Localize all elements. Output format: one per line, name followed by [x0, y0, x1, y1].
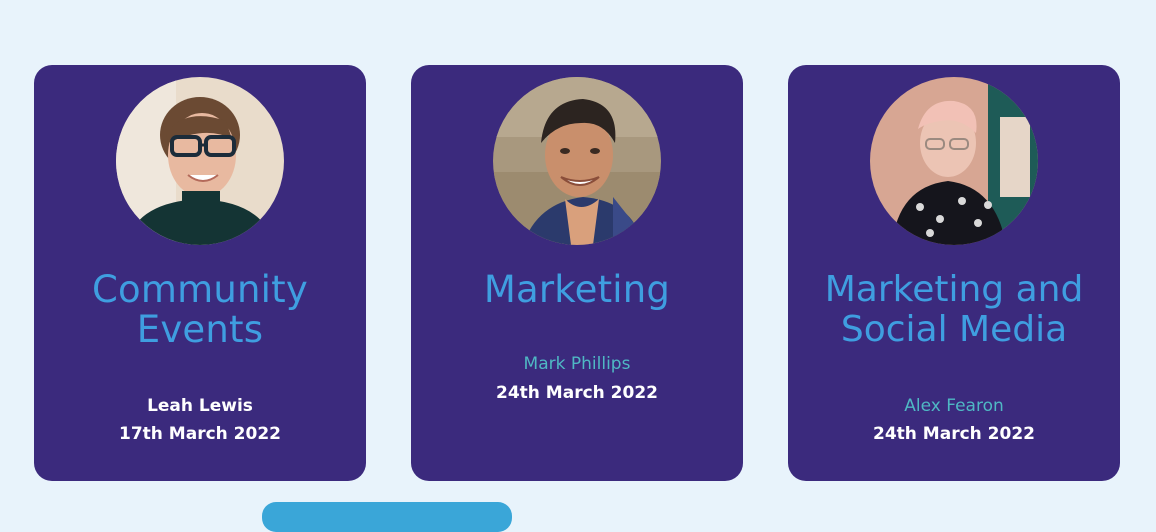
presenter-photo [870, 77, 1038, 245]
presenter-photo [116, 77, 284, 245]
card-title-line1: Marketing and [824, 269, 1084, 310]
presenter-name: Mark Phillips [523, 354, 631, 374]
event-card-marketing-social-media[interactable]: Marketing and Social Media Alex Fearon 2… [788, 65, 1120, 481]
presenter-photo [493, 77, 661, 245]
card-title: Community Events [34, 270, 366, 350]
card-title: Marketing and Social Media [788, 270, 1120, 350]
event-card-community-events[interactable]: Community Events Leah Lewis 17th March 2… [34, 65, 366, 481]
presenter-photo-image [493, 77, 661, 245]
event-date: 24th March 2022 [496, 383, 658, 403]
event-card-marketing[interactable]: Marketing Mark Phillips 24th March 2022 [411, 65, 743, 481]
card-title-line1: Marketing [483, 268, 671, 311]
partial-button[interactable] [262, 502, 512, 532]
card-title-line1: Community [92, 268, 308, 311]
event-date: 17th March 2022 [119, 424, 281, 444]
event-date: 24th March 2022 [873, 424, 1035, 444]
presenter-name: Alex Fearon [904, 396, 1004, 416]
card-title: Marketing [411, 270, 743, 310]
card-title-line2: Events [136, 308, 264, 351]
presenter-photo-image [116, 77, 284, 245]
presenter-photo-image [870, 77, 1038, 245]
presenter-name: Leah Lewis [147, 396, 253, 416]
card-title-line2: Social Media [840, 309, 1068, 350]
